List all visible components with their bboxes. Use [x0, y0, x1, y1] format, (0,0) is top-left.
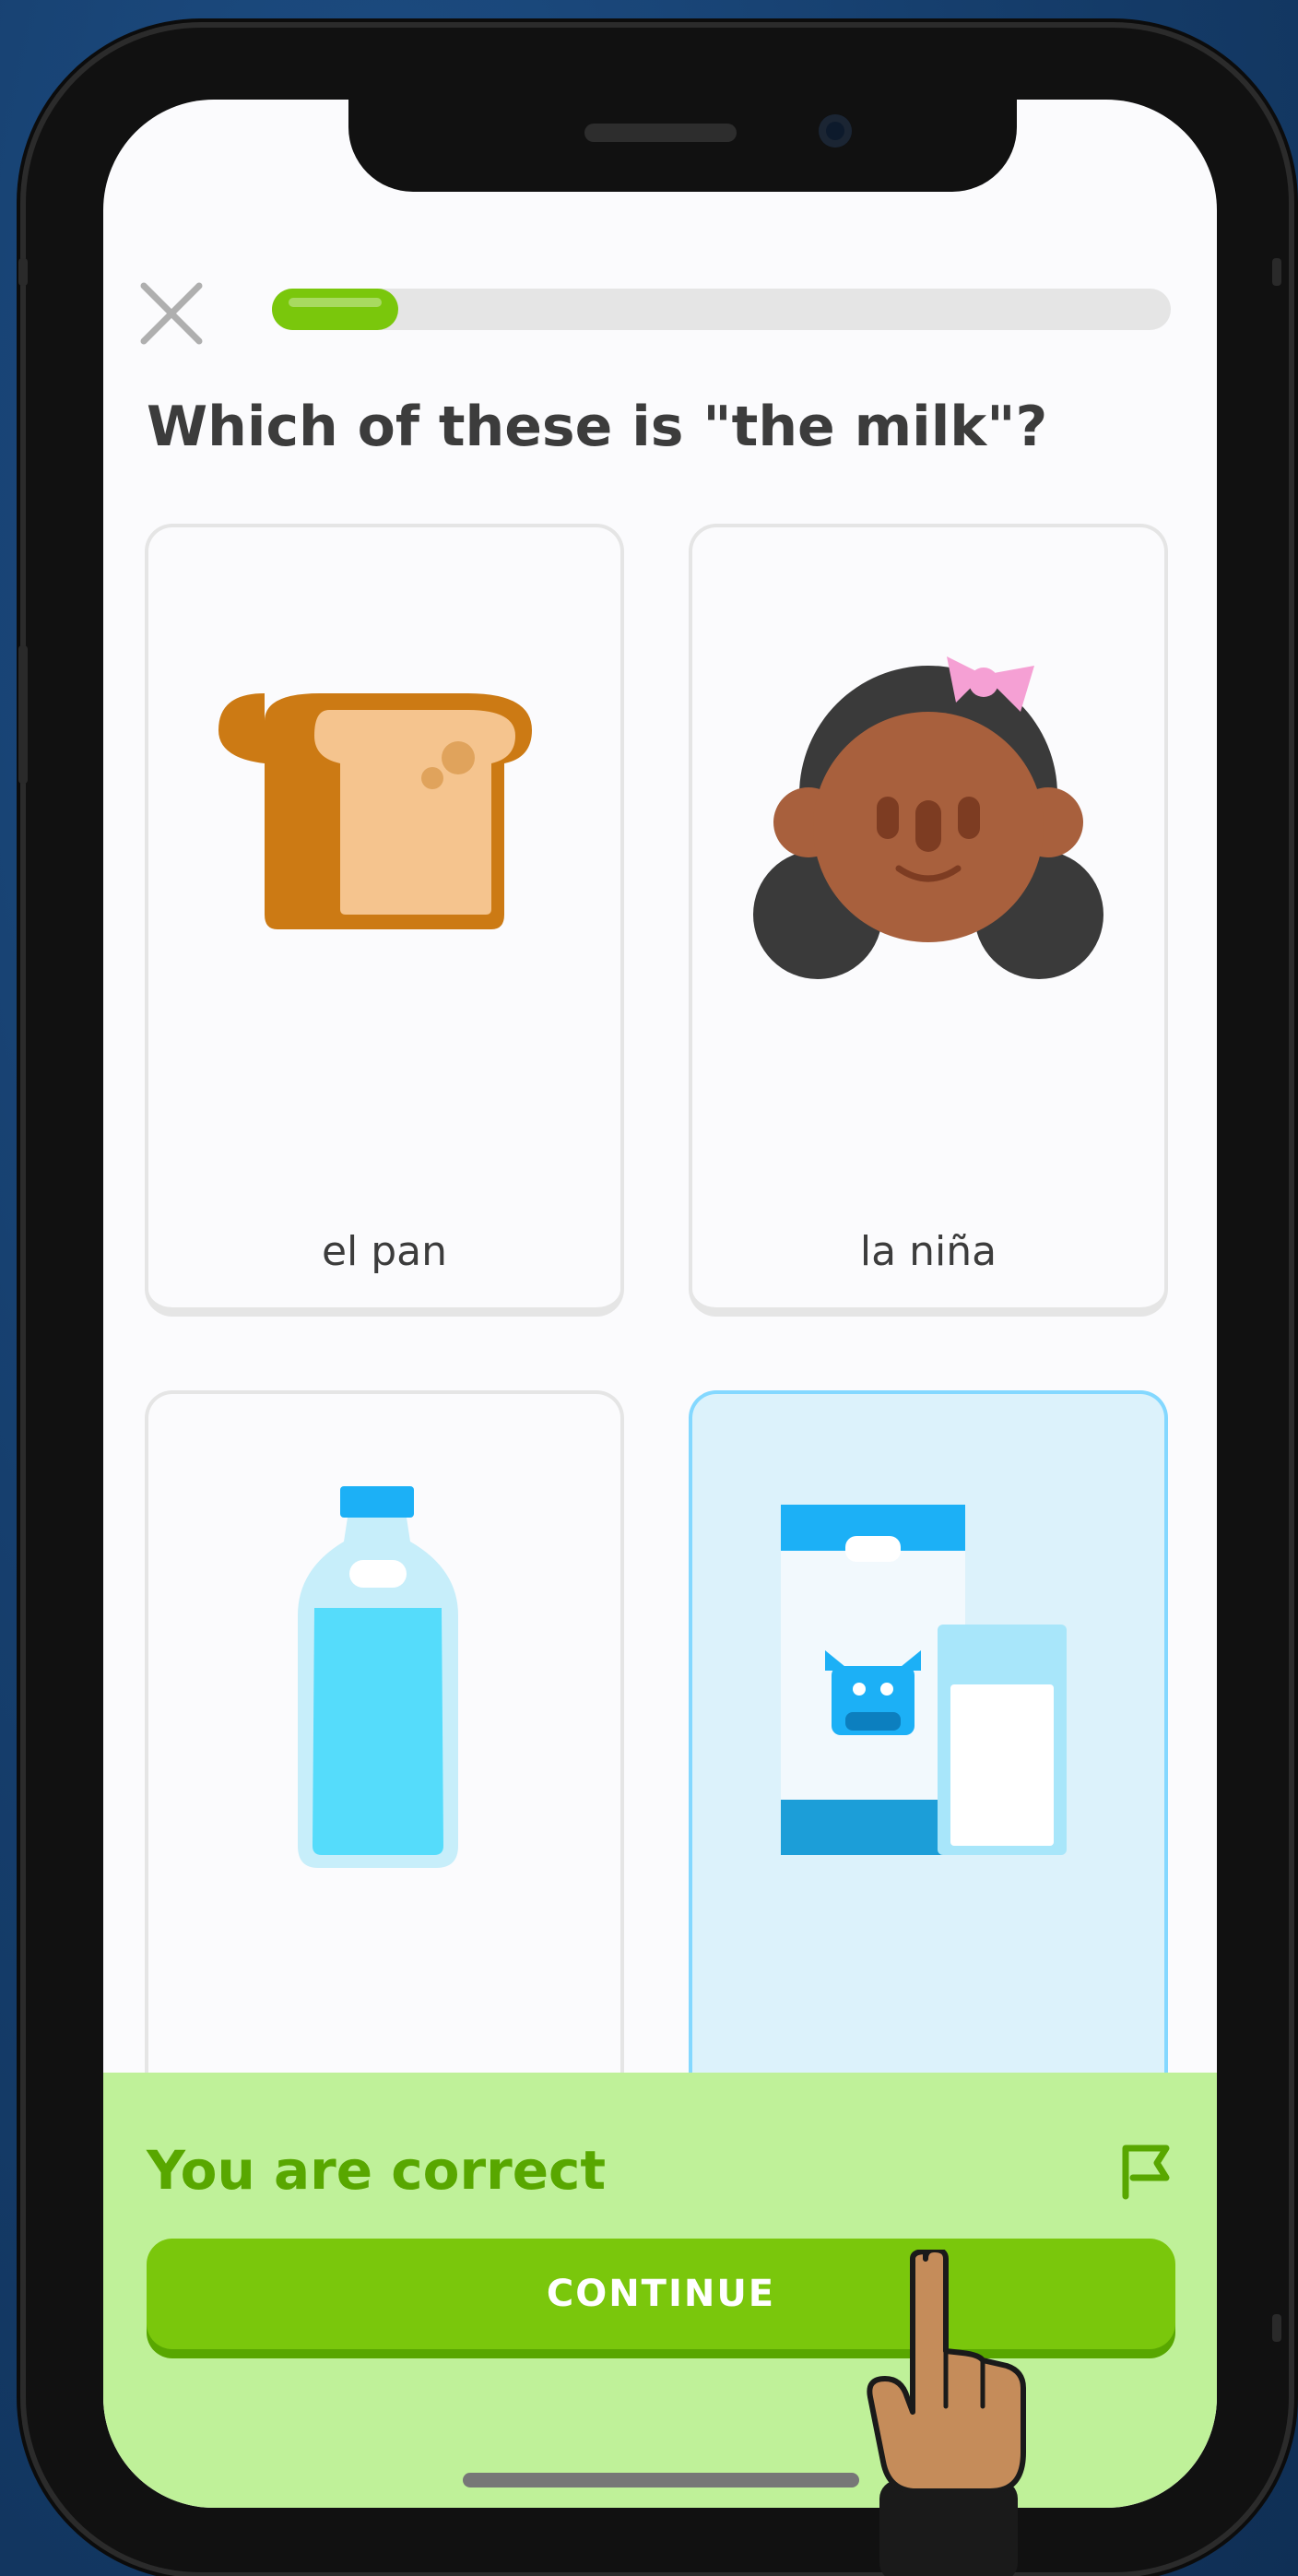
feedback-banner: You are correct CONTINUE [103, 2073, 1217, 2508]
bread-icon [218, 693, 532, 929]
pointing-hand-icon [867, 2250, 1026, 2576]
home-indicator [463, 2473, 859, 2487]
close-icon [140, 282, 203, 345]
report-flag-icon[interactable] [1113, 2139, 1177, 2204]
choice-card-el-pan[interactable]: el pan [145, 524, 624, 1317]
front-camera [819, 114, 852, 148]
phone-side-button [1272, 258, 1281, 286]
milk-carton-icon [781, 1505, 1067, 1855]
question-text: Which of these is "the milk"? [147, 395, 1048, 459]
girl-icon [753, 656, 1103, 979]
feedback-title: You are correct [147, 2139, 607, 2202]
phone-side-button [18, 645, 28, 784]
phone-side-button [1272, 2314, 1281, 2342]
choice-card-la-nina[interactable]: la niña [689, 524, 1168, 1317]
app-screen: Which of these is "the milk"? el pan la … [103, 100, 1217, 2508]
water-bottle-icon [298, 1486, 458, 1868]
phone-side-button [18, 258, 28, 286]
lesson-progress-fill [272, 289, 398, 330]
choice-card-milk[interactable] [689, 1390, 1168, 2183]
choice-card-water-bottle[interactable] [145, 1390, 624, 2183]
speaker-grille [584, 124, 737, 142]
close-lesson-button[interactable] [138, 280, 205, 347]
phone-notch [348, 100, 1017, 192]
choice-label: la niña [859, 1228, 997, 1275]
choice-label: el pan [321, 1228, 448, 1275]
lesson-progress-bar [272, 289, 1171, 330]
